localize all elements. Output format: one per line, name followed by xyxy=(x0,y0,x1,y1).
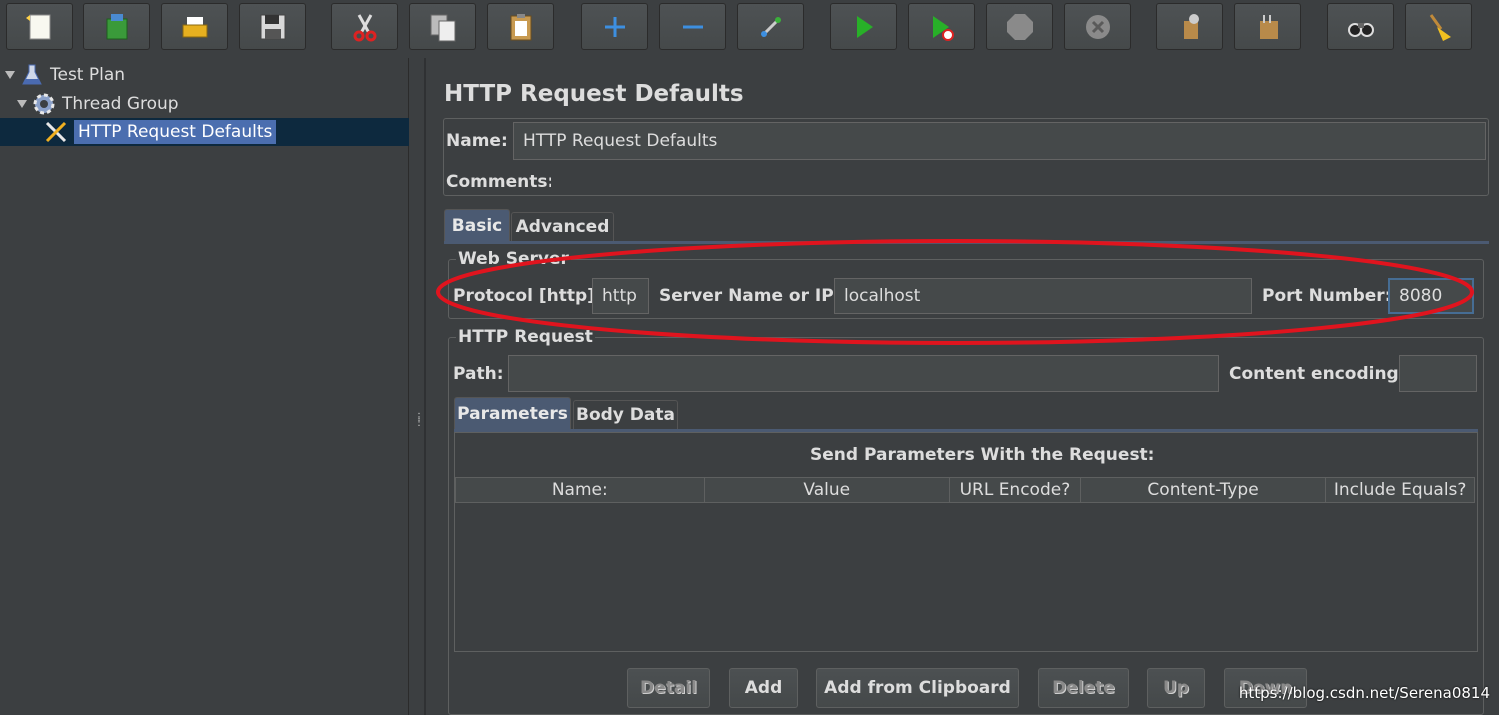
clear-icon xyxy=(1183,13,1199,39)
collapse-button[interactable] xyxy=(659,3,726,50)
path-label: Path: xyxy=(453,364,504,384)
port-number-label: Port Number: xyxy=(1262,286,1392,306)
cut-icon xyxy=(353,13,376,41)
expanded-arrow-icon[interactable] xyxy=(4,69,16,81)
detail-button[interactable]: Detail xyxy=(627,668,710,708)
port-number-field[interactable]: 8080 xyxy=(1388,278,1474,314)
start-button[interactable] xyxy=(830,3,897,50)
expand-icon xyxy=(604,16,625,37)
expand-button[interactable] xyxy=(581,3,648,50)
tree-item-label: Test Plan xyxy=(50,65,126,85)
toggle-button[interactable] xyxy=(737,3,804,50)
tab-advanced[interactable]: Advanced xyxy=(511,212,614,241)
server-name-label: Server Name or IP: xyxy=(659,286,841,306)
search-icon xyxy=(1347,22,1374,37)
test-plan-tree: Test Plan Thread Group HTTP Request Defa… xyxy=(0,58,409,715)
tree-item-label: HTTP Request Defaults xyxy=(74,120,277,144)
parameters-table-header: Name: Value URL Encode? Content-Type Inc… xyxy=(455,477,1475,503)
search-button[interactable] xyxy=(1327,3,1394,50)
name-field[interactable]: HTTP Request Defaults xyxy=(513,122,1486,160)
content-encoding-field[interactable] xyxy=(1399,355,1477,392)
tree-item-http-request-defaults[interactable]: HTTP Request Defaults xyxy=(0,118,409,146)
start-no-pauses-icon xyxy=(932,15,954,41)
save-icon xyxy=(260,14,285,39)
column-header-include-equals[interactable]: Include Equals? xyxy=(1326,478,1474,502)
tree-item-label: Thread Group xyxy=(62,94,179,114)
reset-search-button[interactable] xyxy=(1405,3,1472,50)
reset-search-icon xyxy=(1429,13,1451,41)
web-server-title: Web Server xyxy=(456,249,571,269)
comments-field[interactable] xyxy=(551,167,1486,194)
tree-item-thread-group[interactable]: Thread Group xyxy=(16,90,179,118)
tab-strip-underline xyxy=(444,241,1489,244)
tab-body-data[interactable]: Body Data xyxy=(573,400,678,429)
up-button[interactable]: Up xyxy=(1147,668,1205,708)
server-name-field[interactable]: localhost xyxy=(834,278,1252,314)
stop-icon xyxy=(1006,13,1033,40)
open-icon xyxy=(182,16,207,37)
templates-button[interactable] xyxy=(83,3,150,50)
page-title: HTTP Request Defaults xyxy=(444,81,744,107)
http-request-title: HTTP Request xyxy=(456,327,595,347)
open-button[interactable] xyxy=(161,3,228,50)
paste-icon xyxy=(510,13,531,40)
tab-parameters[interactable]: Parameters xyxy=(454,397,571,429)
protocol-label: Protocol [http]: xyxy=(453,286,602,306)
toggle-icon xyxy=(760,16,781,37)
shutdown-button[interactable] xyxy=(1064,3,1131,50)
expanded-arrow-icon[interactable] xyxy=(16,98,28,110)
delete-button[interactable]: Delete xyxy=(1038,668,1129,708)
save-button[interactable] xyxy=(239,3,306,50)
add-button[interactable]: Add xyxy=(729,668,798,708)
column-header-url-encode[interactable]: URL Encode? xyxy=(950,478,1081,502)
templates-icon xyxy=(106,13,127,39)
start-no-pauses-button[interactable] xyxy=(908,3,975,50)
tree-item-test-plan[interactable]: Test Plan xyxy=(4,61,125,89)
cut-button[interactable] xyxy=(331,3,398,50)
start-icon xyxy=(856,15,873,38)
column-header-content-type[interactable]: Content-Type xyxy=(1081,478,1327,502)
new-button[interactable] xyxy=(6,3,73,50)
shutdown-icon xyxy=(1085,14,1110,39)
clear-all-icon xyxy=(1259,14,1278,39)
protocol-field[interactable]: http xyxy=(592,278,649,314)
stop-button[interactable] xyxy=(986,3,1053,50)
copy-button[interactable] xyxy=(409,3,476,50)
collapse-icon xyxy=(682,25,703,28)
clear-button[interactable] xyxy=(1156,3,1223,50)
new-icon xyxy=(25,14,50,39)
clear-all-button[interactable] xyxy=(1234,3,1301,50)
gear-icon xyxy=(33,93,55,115)
parameters-table-body[interactable] xyxy=(456,503,1476,650)
comments-label: Comments: xyxy=(446,172,555,192)
split-pane-divider[interactable] xyxy=(424,58,426,715)
name-label: Name: xyxy=(446,131,508,151)
column-header-name[interactable]: Name: xyxy=(456,478,705,502)
watermark: https://blog.csdn.net/Serena0814 xyxy=(1238,684,1490,702)
copy-icon xyxy=(430,14,455,41)
wrench-screwdriver-icon xyxy=(45,121,67,143)
add-from-clipboard-button[interactable]: Add from Clipboard xyxy=(816,668,1019,708)
path-field[interactable] xyxy=(508,355,1219,392)
column-header-value[interactable]: Value xyxy=(705,478,951,502)
toolbar xyxy=(0,0,1499,56)
parameters-heading: Send Parameters With the Request: xyxy=(810,445,1155,465)
paste-button[interactable] xyxy=(487,3,554,50)
flask-icon xyxy=(22,64,42,85)
split-pane-handle[interactable]: ⋮ ⋮ xyxy=(414,413,424,437)
content-encoding-label: Content encoding: xyxy=(1229,364,1406,384)
tab-basic[interactable]: Basic xyxy=(444,209,510,241)
